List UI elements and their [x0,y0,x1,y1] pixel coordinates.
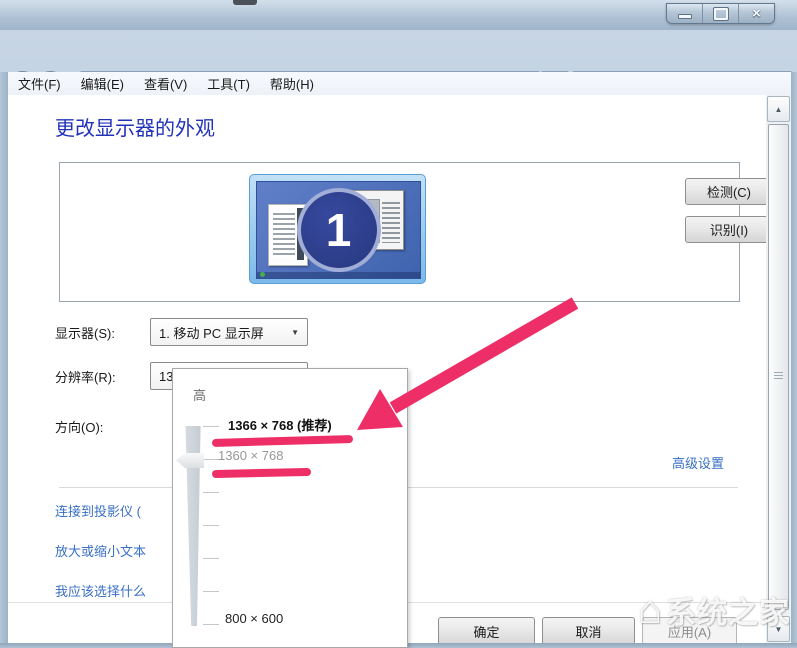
display-field-label: 显示器(S): [55,323,115,342]
site-watermark: ⌂ 系统之家 [638,588,790,640]
minimize-icon [678,14,692,19]
house-logo-icon: ⌂ [638,588,662,632]
advanced-settings-link[interactable]: 高级设置 [672,453,724,472]
scroll-up-button[interactable]: ▲ [767,96,790,122]
resolution-option-current[interactable]: 1360 × 768 [218,448,283,463]
caption-button-group: × [666,3,775,24]
scrollbar-thumb[interactable] [768,124,789,610]
navigation-bar: ← → ▼ « 外观和个性化 ▶ 显示 ▶ 屏幕分辨率 ▼ ⇅ [0,30,797,72]
resolution-slider-thumb[interactable] [176,453,204,468]
top-notch [233,0,257,5]
what-settings-link[interactable]: 我应该选择什么 [55,581,146,600]
maximize-icon [714,8,728,20]
resolution-option-recommended[interactable]: 1366 × 768 (推荐) [228,415,332,434]
preview-taskbar [257,272,420,278]
monitor-number-badge: 1 [297,188,381,272]
orientation-field-label: 方向(O): [55,417,103,436]
connect-projector-link[interactable]: 连接到投影仪 ( [55,501,141,520]
menu-bar: 文件(F) 编辑(E) 查看(V) 工具(T) 帮助(H) [8,72,791,96]
menu-help[interactable]: 帮助(H) [260,74,324,93]
resolution-option-low[interactable]: 800 × 600 [225,611,283,626]
slider-tick [203,558,219,559]
watermark-text: 系统之家 [666,588,790,640]
triangle-up-icon: ▲ [775,105,783,114]
identify-button[interactable]: 识别(I) [685,216,766,243]
maximize-button[interactable] [702,4,738,23]
make-text-larger-link[interactable]: 放大或缩小文本 [55,541,146,560]
slider-tick [203,492,219,493]
slider-tick [203,426,219,427]
monitor-screen: 1 [256,181,421,279]
resolution-dropdown-popup: 高 1366 × 768 (推荐) 1360 × 768 800 × 600 [172,368,408,648]
monitor-preview[interactable]: 1 [249,174,426,284]
ok-button[interactable]: 确定 [438,617,535,643]
window-border-left [0,72,8,648]
close-button[interactable]: × [738,4,774,23]
chevron-down-icon: ▼ [291,328,299,337]
minimize-button[interactable] [667,4,702,23]
vertical-scrollbar[interactable]: ▲ ▼ [766,95,791,648]
resolution-field-label: 分辨率(R): [55,367,116,386]
slider-high-label: 高 [193,385,206,404]
cancel-button[interactable]: 取消 [542,617,635,643]
slider-tick [203,525,219,526]
slider-tick [203,459,219,460]
detect-button[interactable]: 检测(C) [685,178,766,205]
title-bar: × [0,0,797,30]
preview-start-orb [260,272,265,277]
monitor-preview-panel: 1 检测(C) 识别(I) [59,162,740,302]
close-icon: × [752,6,761,21]
menu-view[interactable]: 查看(V) [134,74,197,93]
display-combobox-value: 1. 移动 PC 显示屏 [159,323,264,342]
menu-edit[interactable]: 编辑(E) [71,74,134,93]
page-title: 更改显示器的外观 [55,112,215,141]
scrollbar-grip [774,372,783,380]
slider-tick [203,624,219,625]
screen-resolution-window: × ← → ▼ « 外观和个性化 ▶ 显示 ▶ 屏幕分辨率 ▼ ⇅ 文件(F) … [0,0,797,648]
display-combobox[interactable]: 1. 移动 PC 显示屏 ▼ [150,318,308,346]
menu-tools[interactable]: 工具(T) [197,74,260,93]
menu-file[interactable]: 文件(F) [8,74,71,93]
window-border-right [791,72,797,648]
slider-tick [203,591,219,592]
